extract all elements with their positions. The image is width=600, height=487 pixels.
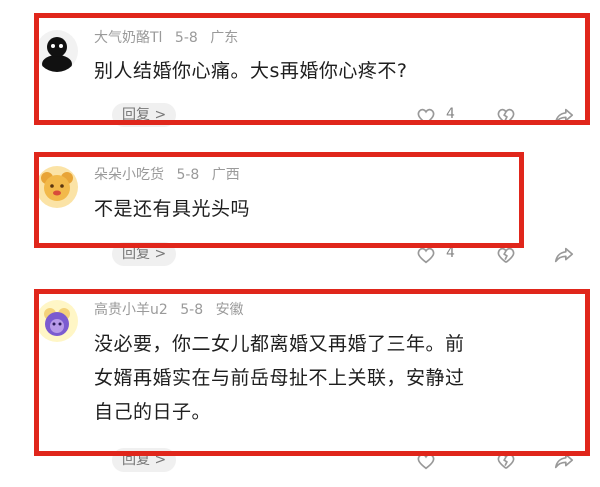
highlight-frame-2 bbox=[34, 152, 524, 248]
highlight-frame-3 bbox=[34, 289, 590, 456]
highlight-frame-1 bbox=[34, 13, 590, 125]
share-icon[interactable] bbox=[553, 244, 575, 266]
